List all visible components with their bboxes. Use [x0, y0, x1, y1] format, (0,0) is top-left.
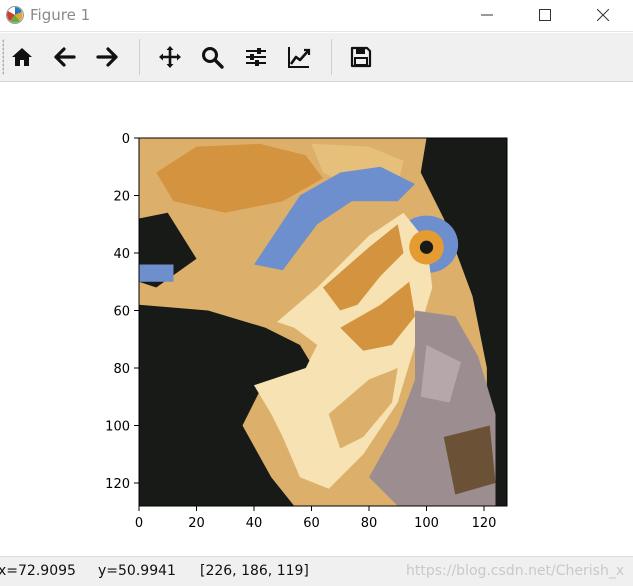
- y-tick-label: 100: [105, 420, 130, 435]
- x-tick-label: 60: [303, 516, 320, 531]
- pixel-value-readout: [226, 186, 119]: [200, 563, 309, 579]
- y-tick-label: 80: [113, 362, 130, 377]
- toolbar-grip[interactable]: [2, 39, 4, 75]
- minimize-icon: [481, 14, 493, 16]
- cursor-y-readout: y=50.9941: [98, 563, 176, 579]
- zoom-button[interactable]: [196, 41, 228, 73]
- arrow-right-icon: [96, 47, 118, 67]
- chart-line-icon: [288, 47, 311, 68]
- maximize-button[interactable]: [522, 0, 568, 31]
- x-tick-label: 120: [472, 516, 497, 531]
- subplots-button[interactable]: [240, 41, 272, 73]
- customize-button[interactable]: [283, 41, 315, 73]
- navigation-toolbar: [0, 33, 633, 82]
- y-tick-label: 40: [113, 247, 130, 262]
- x-tick-label: 40: [246, 516, 263, 531]
- toolbar-separator: [331, 39, 332, 75]
- sliders-icon: [246, 48, 266, 66]
- home-icon: [12, 48, 32, 66]
- pan-button[interactable]: [154, 41, 186, 73]
- maximize-icon: [539, 9, 551, 21]
- y-tick-label: 120: [105, 477, 130, 492]
- close-button[interactable]: [580, 0, 626, 31]
- y-axis: 0 20 40 60 80 100 120: [105, 132, 139, 492]
- save-button[interactable]: [345, 41, 377, 73]
- image-region-eye-pupil: [419, 240, 434, 254]
- figure-canvas[interactable]: 0 20 40 60 80 100 120 0 20 40 60 80 100 120: [0, 82, 633, 556]
- image-region-blue-left: [139, 264, 174, 282]
- close-icon: [597, 9, 609, 21]
- minimize-button[interactable]: [464, 0, 510, 31]
- zoom-icon: [202, 47, 224, 69]
- move-icon: [159, 46, 181, 68]
- watermark-text: https://blog.csdn.net/Cherish_x: [406, 563, 625, 579]
- toolbar-separator: [139, 39, 140, 75]
- x-tick-label: 80: [361, 516, 378, 531]
- x-tick-label: 20: [188, 516, 205, 531]
- x-axis: 0 20 40 60 80 100 120: [135, 506, 497, 531]
- back-button[interactable]: [49, 41, 81, 73]
- save-icon: [350, 46, 372, 68]
- arrow-left-icon: [54, 47, 76, 67]
- matplotlib-icon: [6, 6, 24, 24]
- window-title: Figure 1: [30, 6, 91, 24]
- status-bar: x=72.9095 y=50.9941 [226, 186, 119] http…: [0, 556, 633, 586]
- forward-button[interactable]: [91, 41, 123, 73]
- y-tick-label: 60: [113, 305, 130, 320]
- image-data: [139, 138, 507, 506]
- home-button[interactable]: [6, 41, 38, 73]
- cursor-x-readout: x=72.9095: [0, 563, 76, 579]
- x-tick-label: 100: [414, 516, 439, 531]
- y-tick-label: 0: [122, 132, 130, 147]
- x-tick-label: 0: [135, 516, 143, 531]
- y-tick-label: 20: [113, 190, 130, 205]
- image-plot[interactable]: 0 20 40 60 80 100 120 0 20 40 60 80 100 120: [0, 82, 633, 556]
- window-titlebar: Figure 1: [0, 0, 633, 32]
